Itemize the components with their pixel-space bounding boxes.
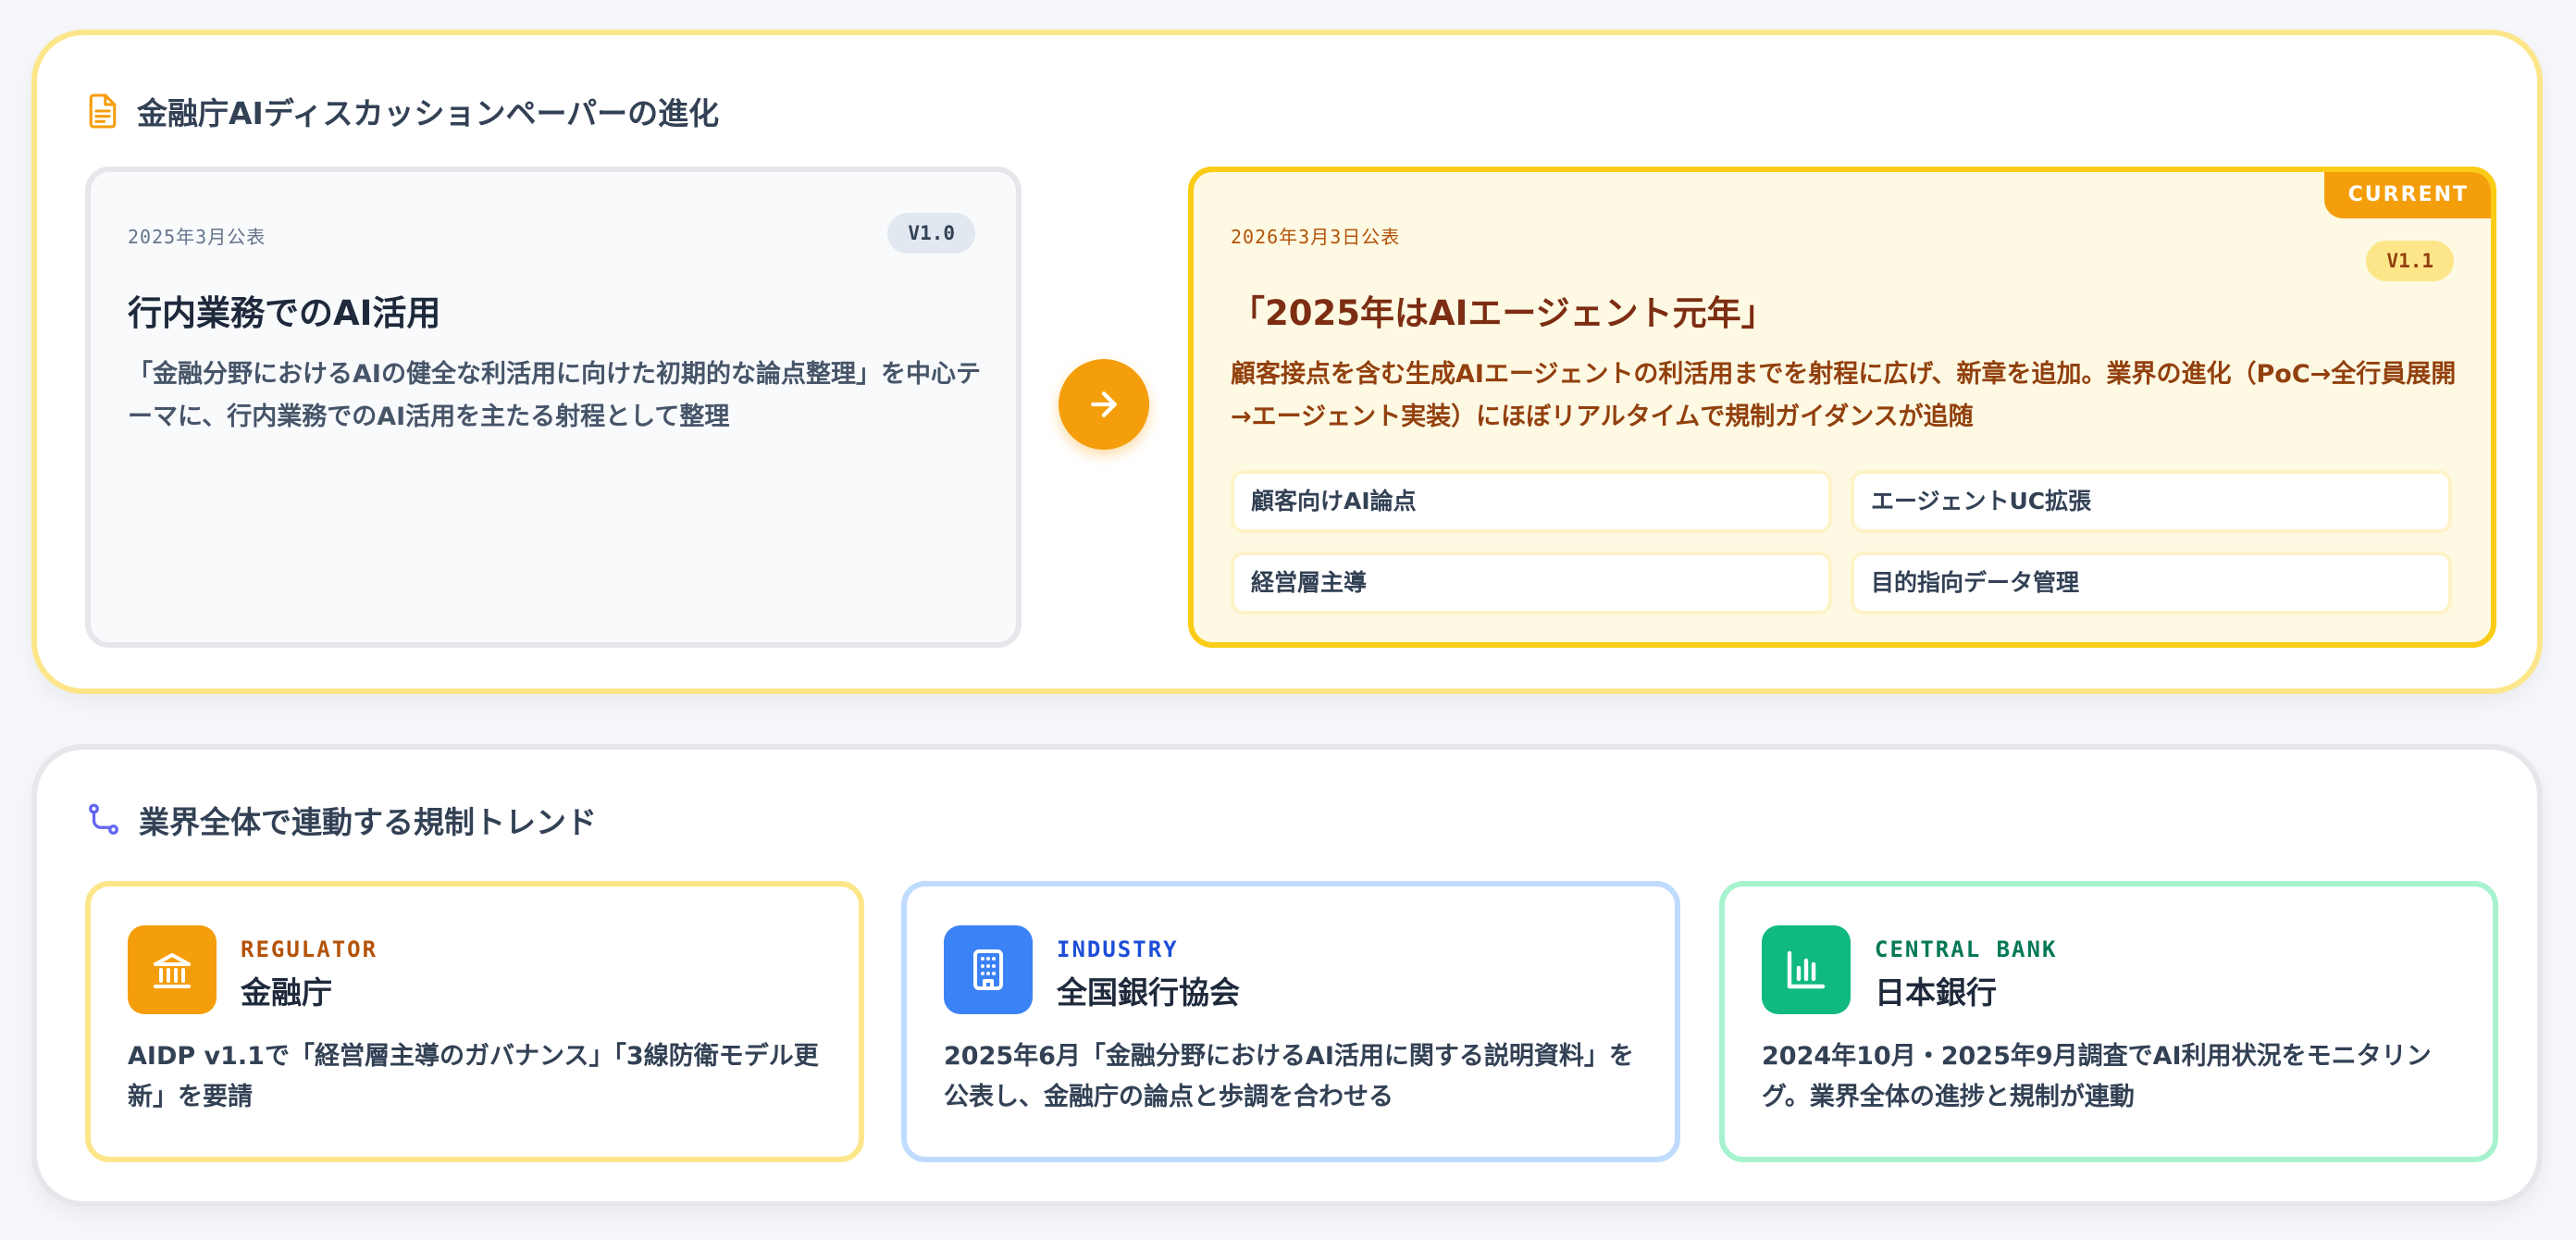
evolution-section-title: 金融庁AIディスカッションペーパーの進化 — [137, 95, 720, 131]
trend-section-header: 業界全体で連動する規制トレンド — [87, 798, 597, 842]
arrow-right-icon — [1059, 359, 1149, 450]
building-icon — [944, 925, 1033, 1014]
evolution-panel: 金融庁AIディスカッションペーパーの進化 2025年3月公表 V1.0 行内業務… — [31, 30, 2543, 694]
bar-chart-icon — [1762, 925, 1851, 1014]
version-title: 「2025年はAIエージェント元年」 — [1231, 293, 1776, 333]
regulatory-trend-panel: 業界全体で連動する規制トレンド REGULATOR 金融庁 AIDP v1.1で… — [31, 744, 2543, 1207]
org-description: 2024年10月・2025年9月調査でAI利用状況をモニタリング。業界全体の進捗… — [1762, 1042, 2432, 1111]
version-description: 「金融分野におけるAIの健全な利活用に向けた初期的な論点整理」を中心テーマに、行… — [128, 360, 981, 431]
org-name: 全国銀行協会 — [1057, 974, 1240, 1011]
org-name: 金融庁 — [241, 974, 332, 1011]
org-name: 日本銀行 — [1875, 974, 1997, 1011]
org-category: INDUSTRY — [1057, 936, 1179, 962]
org-card-central-bank: CENTRAL BANK 日本銀行 2024年10月・2025年9月調査でAI利… — [1719, 881, 2498, 1162]
document-icon — [87, 93, 118, 130]
version-card-v1-0: 2025年3月公表 V1.0 行内業務でのAI活用 「金融分野におけるAIの健全… — [85, 167, 1022, 648]
feature-chip: エージェントUC拡張 — [1851, 470, 2452, 533]
publish-date: 2025年3月公表 — [128, 226, 266, 248]
org-card-regulator: REGULATOR 金融庁 AIDP v1.1で「経営層主導のガバナンス」「3線… — [85, 881, 864, 1162]
route-icon — [87, 803, 120, 837]
publish-date: 2026年3月3日公表 — [1231, 226, 1401, 248]
org-category: CENTRAL BANK — [1875, 936, 2058, 962]
version-title: 行内業務でのAI活用 — [128, 293, 441, 333]
feature-chip: 経営層主導 — [1231, 552, 1832, 614]
current-tag: CURRENT — [2323, 172, 2491, 218]
org-card-industry: INDUSTRY 全国銀行協会 2025年6月「金融分野におけるAI活用に関する… — [901, 881, 1680, 1162]
trend-section-title: 業界全体で連動する規制トレンド — [139, 804, 597, 840]
version-badge: V1.1 — [2366, 241, 2454, 281]
org-description: 2025年6月「金融分野におけるAI活用に関する説明資料」を公表し、金融庁の論点… — [944, 1042, 1634, 1111]
feature-chip: 顧客向けAI論点 — [1231, 470, 1832, 533]
version-badge: V1.0 — [887, 213, 975, 254]
feature-chip: 目的指向データ管理 — [1851, 552, 2452, 614]
version-description: 顧客接点を含む生成AIエージェントの利活用までを射程に広げ、新章を追加。業界の進… — [1231, 360, 2457, 431]
bank-icon — [128, 925, 217, 1014]
evolution-section-header: 金融庁AIディスカッションペーパーの進化 — [87, 89, 719, 133]
org-category: REGULATOR — [241, 936, 378, 962]
version-card-v1-1: CURRENT 2026年3月3日公表 V1.1 「2025年はAIエージェント… — [1188, 167, 2496, 648]
org-description: AIDP v1.1で「経営層主導のガバナンス」「3線防衛モデル更新」を要請 — [128, 1042, 819, 1111]
